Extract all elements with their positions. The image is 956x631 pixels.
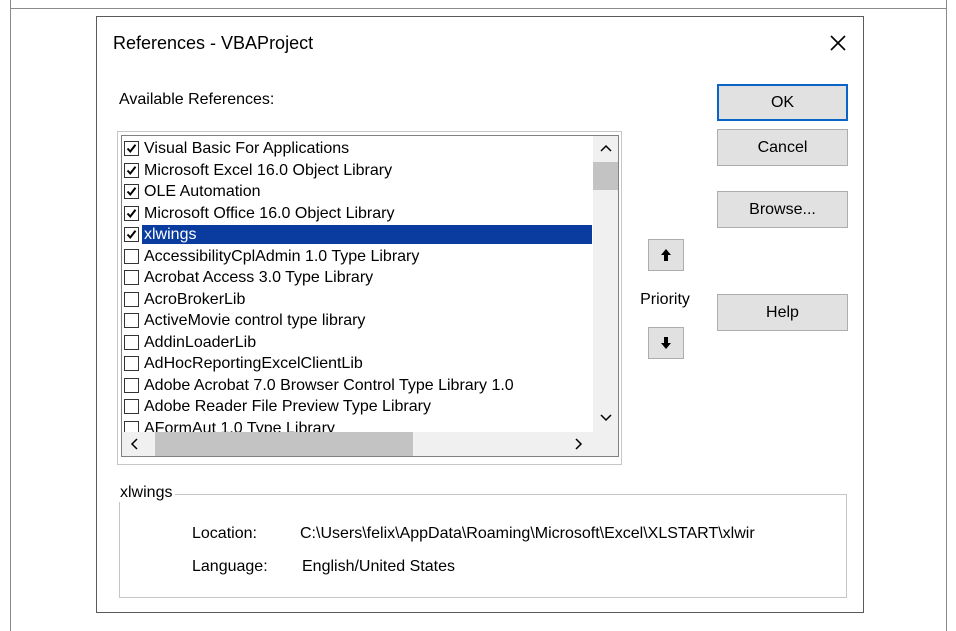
reference-row[interactable]: Acrobat Access 3.0 Type Library bbox=[124, 267, 592, 289]
references-list-frame: Visual Basic For Applications Microsoft E… bbox=[117, 131, 622, 465]
reference-row[interactable]: xlwings bbox=[124, 224, 592, 246]
background-frame-right bbox=[946, 0, 947, 631]
reference-checkbox[interactable] bbox=[124, 162, 139, 178]
close-icon bbox=[830, 35, 846, 51]
chevron-left-icon bbox=[130, 438, 138, 450]
reference-label: OLE Automation bbox=[144, 183, 261, 201]
scroll-up-button[interactable] bbox=[593, 136, 618, 160]
reference-label: Adobe Acrobat 7.0 Browser Control Type L… bbox=[144, 376, 514, 394]
reference-label: Adobe Reader File Preview Type Library bbox=[144, 398, 431, 416]
reference-row[interactable]: AcroBrokerLib bbox=[124, 289, 592, 311]
checkmark-icon bbox=[126, 230, 137, 240]
location-label: Location: bbox=[192, 525, 257, 542]
reference-label: AccessibilityCplAdmin 1.0 Type Library bbox=[144, 247, 420, 265]
reference-label: Visual Basic For Applications bbox=[144, 140, 350, 158]
reference-checkbox[interactable] bbox=[124, 184, 139, 200]
reference-checkbox[interactable] bbox=[124, 270, 139, 286]
background-frame-left bbox=[10, 0, 11, 631]
reference-row[interactable]: ActiveMovie control type library bbox=[124, 310, 592, 332]
browse-button[interactable]: Browse... bbox=[717, 191, 848, 228]
reference-row[interactable]: Adobe Reader File Preview Type Library bbox=[124, 396, 592, 418]
reference-row[interactable]: Visual Basic For Applications bbox=[124, 138, 592, 160]
references-list-items: Visual Basic For Applications Microsoft E… bbox=[124, 138, 592, 439]
reference-label: AcroBrokerLib bbox=[144, 290, 246, 308]
language-value: English/United States bbox=[302, 558, 455, 575]
available-references-label: Available References: bbox=[119, 91, 275, 108]
checkmark-icon bbox=[126, 144, 137, 154]
reference-checkbox[interactable] bbox=[124, 141, 139, 157]
reference-checkbox[interactable] bbox=[124, 205, 139, 221]
background-frame-top bbox=[10, 8, 947, 9]
horizontal-scroll-thumb[interactable] bbox=[155, 432, 413, 456]
references-dialog: References - VBAProject Available Refere… bbox=[96, 16, 864, 613]
reference-label: Acrobat Access 3.0 Type Library bbox=[144, 269, 374, 287]
reference-label: xlwings bbox=[142, 225, 592, 245]
checkmark-icon bbox=[126, 187, 137, 197]
reference-row[interactable]: AdHocReportingExcelClientLib bbox=[124, 353, 592, 375]
help-button[interactable]: Help bbox=[717, 294, 848, 331]
reference-label: AdHocReportingExcelClientLib bbox=[144, 355, 363, 373]
reference-details-group: xlwings Location: C:\Users\felix\AppData… bbox=[118, 484, 847, 598]
scroll-right-button[interactable] bbox=[567, 432, 591, 456]
reference-label: Microsoft Office 16.0 Object Library bbox=[144, 204, 395, 222]
scrollbar-corner bbox=[593, 432, 618, 456]
reference-checkbox[interactable] bbox=[124, 248, 139, 264]
dialog-title: References - VBAProject bbox=[113, 33, 314, 53]
reference-checkbox[interactable] bbox=[124, 227, 139, 243]
chevron-down-icon bbox=[599, 414, 612, 422]
reference-label: Microsoft Excel 16.0 Object Library bbox=[144, 161, 393, 179]
reference-row[interactable]: AddinLoaderLib bbox=[124, 332, 592, 354]
reference-row[interactable]: Microsoft Excel 16.0 Object Library bbox=[124, 160, 592, 182]
priority-label: Priority bbox=[640, 291, 690, 308]
chevron-up-icon bbox=[599, 144, 612, 152]
reference-checkbox[interactable] bbox=[124, 356, 139, 372]
group-title: xlwings bbox=[118, 484, 176, 502]
reference-row[interactable]: AccessibilityCplAdmin 1.0 Type Library bbox=[124, 246, 592, 268]
reference-checkbox[interactable] bbox=[124, 377, 139, 393]
language-label: Language: bbox=[192, 558, 268, 575]
arrow-up-icon bbox=[661, 249, 671, 261]
scroll-down-button[interactable] bbox=[593, 406, 618, 430]
checkmark-icon bbox=[126, 208, 137, 218]
horizontal-scrollbar[interactable] bbox=[122, 432, 593, 456]
vertical-scrollbar[interactable] bbox=[593, 136, 618, 432]
close-button[interactable] bbox=[823, 28, 853, 58]
reference-checkbox[interactable] bbox=[124, 334, 139, 350]
arrow-down-icon bbox=[661, 337, 671, 349]
references-list[interactable]: Visual Basic For Applications Microsoft E… bbox=[121, 135, 619, 457]
reference-checkbox[interactable] bbox=[124, 399, 139, 415]
priority-up-button[interactable] bbox=[648, 239, 684, 271]
reference-label: AddinLoaderLib bbox=[144, 333, 257, 351]
cancel-button[interactable]: Cancel bbox=[717, 129, 848, 166]
reference-row[interactable]: Microsoft Office 16.0 Object Library bbox=[124, 203, 592, 225]
priority-down-button[interactable] bbox=[648, 327, 684, 359]
reference-checkbox[interactable] bbox=[124, 313, 139, 329]
reference-label: ActiveMovie control type library bbox=[144, 312, 366, 330]
scroll-left-button[interactable] bbox=[122, 432, 146, 456]
reference-row[interactable]: Adobe Acrobat 7.0 Browser Control Type L… bbox=[124, 375, 592, 397]
location-value: C:\Users\felix\AppData\Roaming\Microsoft… bbox=[300, 525, 755, 542]
vertical-scroll-thumb[interactable] bbox=[593, 162, 618, 190]
ok-button[interactable]: OK bbox=[717, 84, 848, 121]
reference-row[interactable]: OLE Automation bbox=[124, 181, 592, 203]
reference-checkbox[interactable] bbox=[124, 291, 139, 307]
chevron-right-icon bbox=[575, 438, 583, 450]
checkmark-icon bbox=[126, 165, 137, 175]
